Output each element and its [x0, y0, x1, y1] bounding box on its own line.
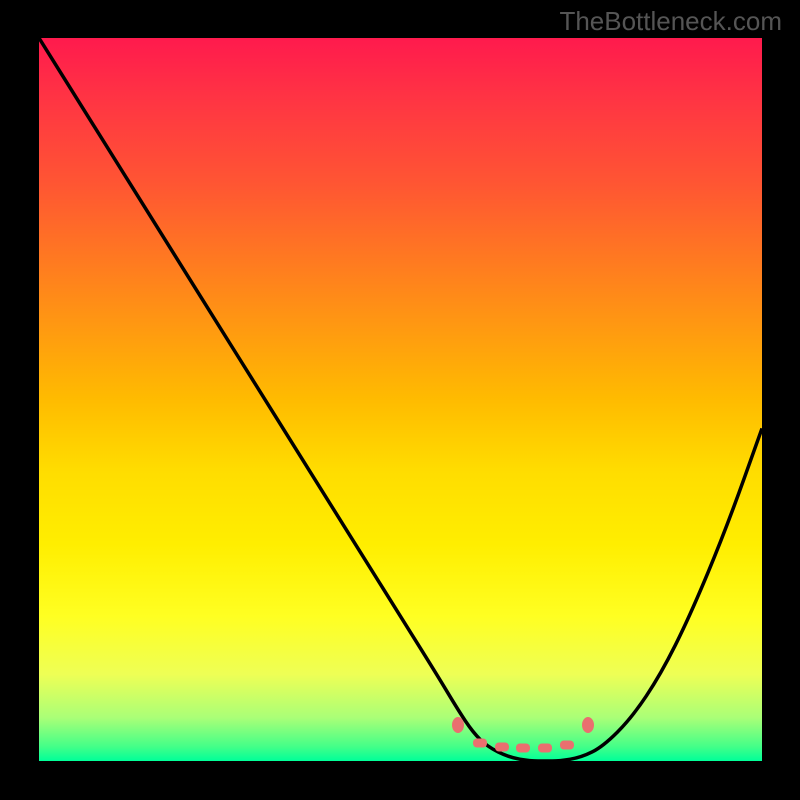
- optimal-marker-dash: [473, 738, 487, 747]
- optimal-marker-dash: [516, 743, 530, 752]
- optimal-marker-dash: [495, 742, 509, 751]
- optimal-range-markers: [39, 38, 762, 761]
- optimal-marker-dash: [538, 743, 552, 752]
- optimal-marker-dash: [560, 741, 574, 750]
- optimal-marker-left: [452, 717, 464, 733]
- watermark-text: TheBottleneck.com: [559, 6, 782, 37]
- chart-plot-area: [39, 38, 762, 761]
- optimal-marker-right: [582, 717, 594, 733]
